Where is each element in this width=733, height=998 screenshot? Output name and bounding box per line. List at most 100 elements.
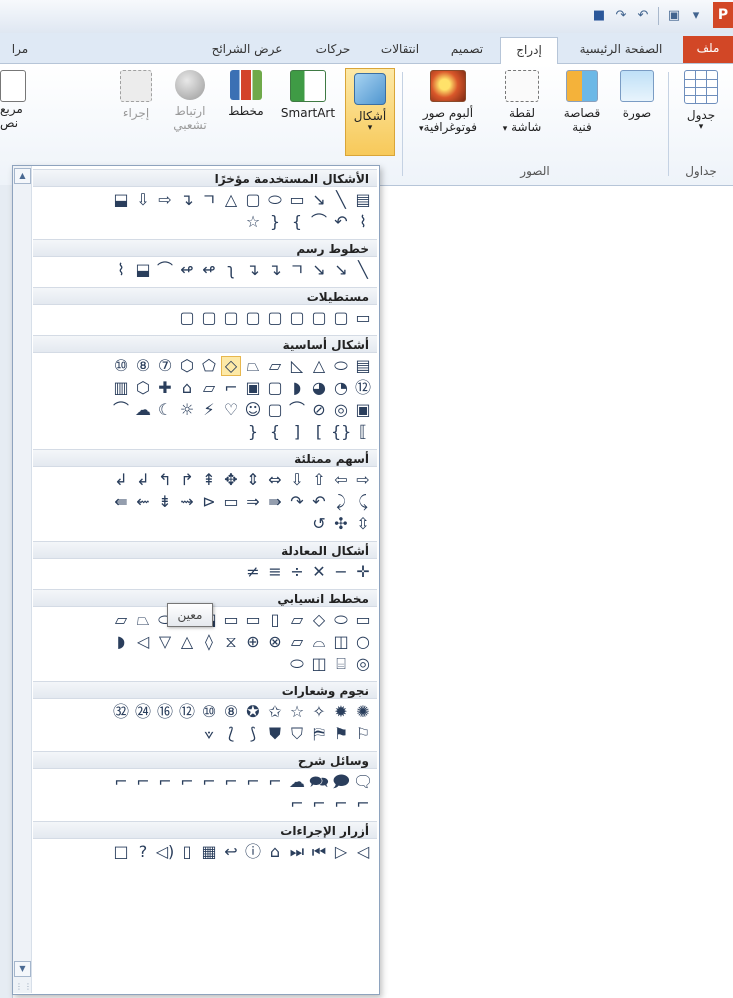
shape-icon[interactable]: ↴ <box>177 190 197 210</box>
shape-icon[interactable]: ⚡ <box>199 400 219 420</box>
shape-icon[interactable]: ▢ <box>265 308 285 328</box>
shape-icon[interactable]: ⌒ <box>287 400 307 420</box>
tab-animations[interactable]: حركات <box>305 37 361 62</box>
undo-icon[interactable]: ↶ <box>635 8 651 24</box>
shape-icon[interactable]: ✩ <box>265 702 285 722</box>
shape-icon[interactable]: ⬓ <box>111 190 131 210</box>
shape-icon[interactable]: ☁ <box>287 772 307 792</box>
shape-icon[interactable]: ⊕ <box>243 632 263 652</box>
shape-icon[interactable]: ⇦ <box>331 470 351 490</box>
shape-icon[interactable]: ▭ <box>221 610 241 630</box>
shape-icon[interactable]: ⬭ <box>287 654 307 674</box>
shape-icon[interactable]: ⌒ <box>309 212 329 232</box>
shape-icon[interactable]: ▭ <box>243 610 263 630</box>
shape-icon[interactable]: ⬭ <box>265 190 285 210</box>
shape-icon[interactable]: ↫ <box>199 260 219 280</box>
shape-icon[interactable]: ⑩ <box>111 356 131 376</box>
shape-icon[interactable]: ▢ <box>243 308 263 328</box>
shape-icon[interactable]: ⟅ <box>221 724 241 744</box>
shape-icon[interactable]: ⌐ <box>287 794 307 814</box>
shape-icon[interactable]: ⌂ <box>177 378 197 398</box>
shape-icon[interactable]: ◫ <box>309 654 329 674</box>
shape-icon[interactable]: ⏮ <box>309 842 329 862</box>
shape-icon[interactable]: ⏢ <box>133 610 153 630</box>
shape-icon[interactable]: ✪ <box>243 702 263 722</box>
textbox-button[interactable]: مربع نص <box>0 70 30 130</box>
shape-icon[interactable]: ▽ <box>155 632 175 652</box>
shape-icon[interactable]: } <box>243 422 263 442</box>
shape-icon[interactable]: ? <box>133 842 153 862</box>
tab-home[interactable]: الصفحة الرئيسية <box>565 37 677 62</box>
shape-icon[interactable]: ▤ <box>353 356 373 376</box>
shape-icon[interactable]: ⏥ <box>199 378 219 398</box>
shape-icon[interactable]: ⇜ <box>133 492 153 512</box>
shape-icon[interactable]: ⇨ <box>155 190 175 210</box>
shape-icon[interactable]: ◎ <box>353 654 373 674</box>
shape-icon[interactable]: { <box>265 422 285 442</box>
shape-icon[interactable]: ㉜ <box>111 702 131 722</box>
shape-icon[interactable]: △ <box>221 190 241 210</box>
clipart-button[interactable]: قصاصة فنية <box>555 70 609 134</box>
shape-icon[interactable]: ⛿ <box>309 724 329 744</box>
shape-icon[interactable]: ▣ <box>243 378 263 398</box>
shape-icon[interactable]: ◁ <box>353 842 373 862</box>
shape-icon[interactable]: ㄱ <box>199 190 219 210</box>
shape-icon[interactable]: ▢ <box>309 308 329 328</box>
shape-icon[interactable]: ▤ <box>353 190 373 210</box>
shape-icon[interactable]: ↶ <box>331 212 351 232</box>
shape-icon[interactable]: ⌐ <box>221 378 241 398</box>
shape-icon[interactable]: ▢ <box>287 308 307 328</box>
shape-icon[interactable]: ㄱ <box>287 260 307 280</box>
shape-icon[interactable]: ⇩ <box>287 470 307 490</box>
shape-icon[interactable]: ↲ <box>133 470 153 490</box>
shape-icon[interactable]: ◎ <box>331 400 351 420</box>
shape-icon[interactable]: ⇳ <box>353 514 373 534</box>
shape-icon[interactable]: ☆ <box>287 702 307 722</box>
shape-icon[interactable]: ⓘ <box>243 842 263 862</box>
shape-icon[interactable]: ✥ <box>221 470 241 490</box>
shape-icon[interactable]: ⇟ <box>155 492 175 512</box>
picture-button[interactable]: صورة <box>613 70 661 120</box>
shape-icon[interactable]: ↲ <box>111 470 131 490</box>
shape-icon[interactable]: ↺ <box>309 514 329 534</box>
shape-icon[interactable]: {} <box>331 422 351 442</box>
shape-icon[interactable]: ⤹ <box>353 492 373 512</box>
tab-transitions[interactable]: انتقالات <box>367 37 433 62</box>
shape-icon[interactable]: ⌇ <box>111 260 131 280</box>
shape-icon[interactable]: ▢ <box>243 190 263 210</box>
shape-icon[interactable]: ☺ <box>243 400 263 420</box>
shape-icon[interactable]: ↴ <box>243 260 263 280</box>
shape-icon[interactable]: ⊳ <box>199 492 219 512</box>
photo-album-button[interactable]: ألبوم صور ▾فوتوغرافية <box>409 70 487 134</box>
shape-icon[interactable]: ◺ <box>287 356 307 376</box>
shape-icon[interactable]: ⌐ <box>353 794 373 814</box>
shape-icon[interactable]: ↫ <box>177 260 197 280</box>
shape-icon[interactable]: ⛉ <box>287 724 307 744</box>
smartart-button[interactable]: SmartArt <box>275 70 341 120</box>
tab-design[interactable]: تصميم <box>439 37 495 62</box>
shape-icon[interactable]: ⟦ <box>353 422 373 442</box>
shape-icon[interactable]: ☁ <box>133 400 153 420</box>
shape-icon[interactable]: ▯ <box>177 842 197 862</box>
shape-icon[interactable]: ⊗ <box>265 632 285 652</box>
shape-icon[interactable]: ⏢ <box>243 356 263 376</box>
shape-icon[interactable]: ◕ <box>309 378 329 398</box>
save-icon[interactable]: ■ <box>591 8 607 24</box>
shape-icon[interactable]: { <box>287 212 307 232</box>
shape-icon[interactable]: ⌸ <box>331 654 351 674</box>
shape-icon[interactable]: ☾ <box>155 400 175 420</box>
shape-icon[interactable]: ⏥ <box>111 610 131 630</box>
shape-icon[interactable]: ⚑ <box>331 724 351 744</box>
shape-icon[interactable]: ⤸ <box>331 492 351 512</box>
shape-icon[interactable]: ▥ <box>111 378 131 398</box>
shape-icon[interactable]: ▢ <box>265 400 285 420</box>
shape-icon[interactable]: ⌐ <box>221 772 241 792</box>
shape-icon[interactable]: ⌂ <box>265 842 285 862</box>
shape-icon[interactable]: □ <box>111 842 131 862</box>
shape-icon[interactable]: ☆ <box>243 212 263 232</box>
shape-icon[interactable]: } <box>265 212 285 232</box>
shape-icon[interactable]: ▢ <box>221 308 241 328</box>
scroll-up-button[interactable]: ▲ <box>14 168 31 184</box>
shape-icon[interactable]: ▱ <box>287 610 307 630</box>
shape-icon[interactable]: ▢ <box>331 308 351 328</box>
